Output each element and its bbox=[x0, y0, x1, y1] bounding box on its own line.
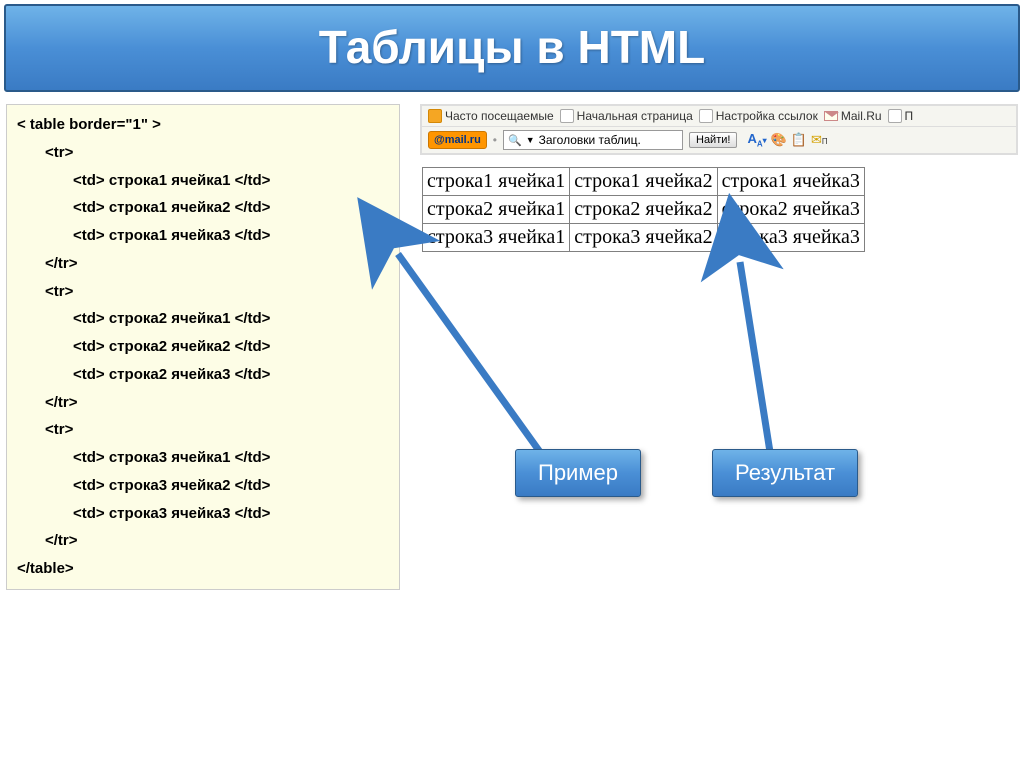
table-row: строка1 ячейка1 строка1 ячейка2 строка1 … bbox=[423, 168, 865, 196]
code-line: </tr> bbox=[17, 389, 389, 417]
result-panel: Часто посещаемые Начальная страница Наст… bbox=[420, 104, 1018, 590]
slide-title: Таблицы в HTML bbox=[4, 4, 1020, 92]
bookmark-label: П bbox=[905, 109, 914, 123]
code-line: <td> строка2 ячейка2 </td> bbox=[17, 333, 389, 361]
bookmark-icon bbox=[560, 109, 574, 123]
code-panel: < table border="1" > <tr> <td> строка1 я… bbox=[6, 104, 400, 590]
code-line: </tr> bbox=[17, 527, 389, 555]
find-button[interactable]: Найти! bbox=[689, 132, 737, 148]
search-text: Заголовки таблиц. bbox=[539, 133, 641, 147]
bookmark-icon bbox=[888, 109, 902, 123]
bookmark-label: Часто посещаемые bbox=[445, 109, 554, 123]
table-cell: строка1 ячейка1 bbox=[423, 168, 570, 196]
bookmark-frequent[interactable]: Часто посещаемые bbox=[428, 109, 554, 123]
bookmark-mailru[interactable]: Mail.Ru bbox=[824, 109, 882, 123]
code-line: <td> строка1 ячейка2 </td> bbox=[17, 194, 389, 222]
code-line: </tr> bbox=[17, 250, 389, 278]
dropdown-icon[interactable]: ▼ bbox=[526, 135, 535, 145]
bookmark-label: Начальная страница bbox=[577, 109, 693, 123]
code-line: <td> строка3 ячейка3 </td> bbox=[17, 500, 389, 528]
bookmarks-bar: Часто посещаемые Начальная страница Наст… bbox=[422, 106, 1016, 127]
code-line: <td> строка1 ячейка3 </td> bbox=[17, 222, 389, 250]
browser-toolbar: Часто посещаемые Начальная страница Наст… bbox=[420, 104, 1018, 155]
bookmark-label: Настройка ссылок bbox=[716, 109, 818, 123]
search-icon bbox=[508, 133, 522, 147]
bookmark-cut[interactable]: П bbox=[888, 109, 914, 123]
table-cell: строка2 ячейка1 bbox=[423, 196, 570, 224]
code-line: <td> строка2 ячейка1 </td> bbox=[17, 305, 389, 333]
code-line: <td> строка3 ячейка1 </td> bbox=[17, 444, 389, 472]
bookmark-icon bbox=[699, 109, 713, 123]
mail-icon bbox=[824, 111, 838, 121]
arrow-result bbox=[700, 244, 820, 464]
bookmark-label: Mail.Ru bbox=[841, 109, 882, 123]
code-line: < table border="1" > bbox=[17, 111, 389, 139]
separator: • bbox=[493, 133, 497, 147]
search-bar: @mail.ru • ▼ Заголовки таблиц. Найти! AA… bbox=[422, 127, 1016, 153]
bookmark-start[interactable]: Начальная страница bbox=[560, 109, 693, 123]
arrow-example bbox=[370, 234, 550, 464]
clipboard-icon[interactable]: 📋 bbox=[791, 132, 807, 148]
mail-icon[interactable]: ✉П bbox=[811, 132, 828, 148]
font-size-icon[interactable]: AA▾ bbox=[747, 131, 766, 149]
bookmark-icon bbox=[428, 109, 442, 123]
code-line: <td> строка2 ячейка3 </td> bbox=[17, 361, 389, 389]
code-line: <tr> bbox=[17, 139, 389, 167]
table-row: строка2 ячейка1 строка2 ячейка2 строка2 … bbox=[423, 196, 865, 224]
callout-example: Пример bbox=[515, 449, 641, 497]
code-line: <tr> bbox=[17, 278, 389, 306]
search-input[interactable]: ▼ Заголовки таблиц. bbox=[503, 130, 683, 150]
code-line: <tr> bbox=[17, 416, 389, 444]
table-cell: строка1 ячейка2 bbox=[570, 168, 717, 196]
callout-result: Результат bbox=[712, 449, 858, 497]
bookmark-links[interactable]: Настройка ссылок bbox=[699, 109, 818, 123]
content-area: < table border="1" > <tr> <td> строка1 я… bbox=[0, 96, 1024, 598]
code-line: <td> строка1 ячейка1 </td> bbox=[17, 167, 389, 195]
code-line: <td> строка3 ячейка2 </td> bbox=[17, 472, 389, 500]
palette-icon[interactable]: 🎨 bbox=[771, 132, 787, 148]
table-cell: строка2 ячейка2 bbox=[570, 196, 717, 224]
table-cell: строка3 ячейка2 bbox=[570, 224, 717, 252]
mail-logo[interactable]: @mail.ru bbox=[428, 131, 487, 149]
table-cell: строка2 ячейка3 bbox=[717, 196, 864, 224]
code-line: </table> bbox=[17, 555, 389, 583]
table-cell: строка1 ячейка3 bbox=[717, 168, 864, 196]
